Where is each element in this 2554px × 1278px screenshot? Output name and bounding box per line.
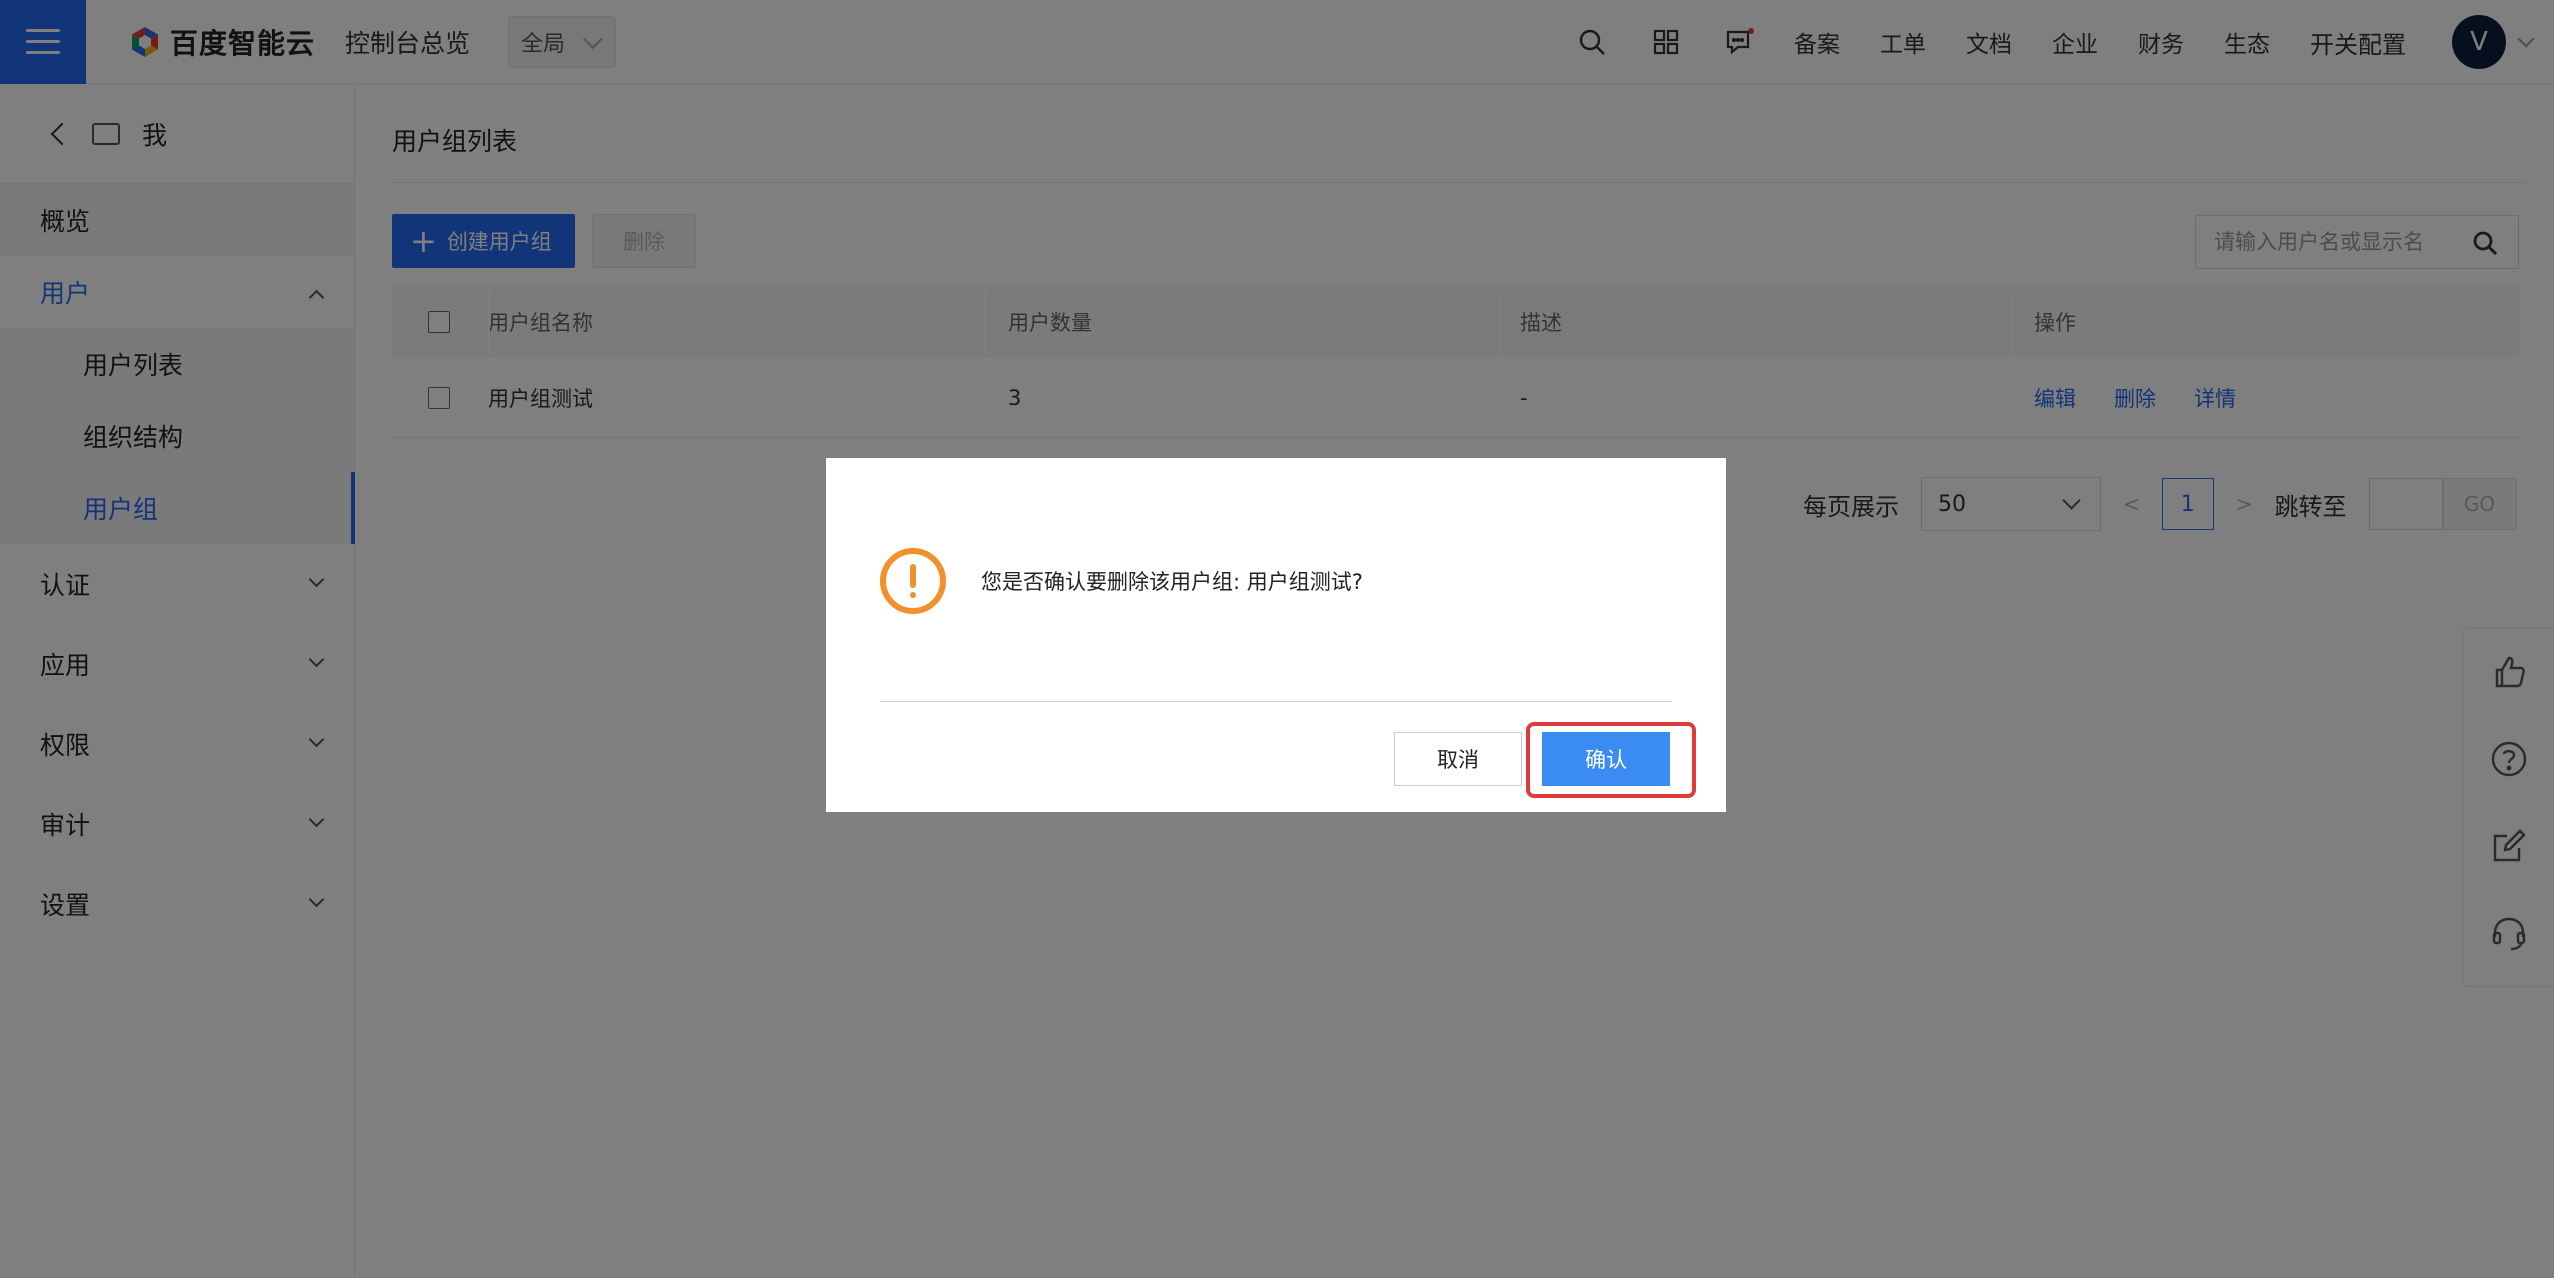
confirm-button[interactable]: 确认: [1542, 732, 1670, 786]
dialog-message: 您是否确认要删除该用户组: 用户组测试?: [981, 570, 1363, 594]
dialog-divider: [880, 701, 1672, 702]
warning-icon: [880, 548, 946, 614]
confirm-delete-dialog: 您是否确认要删除该用户组: 用户组测试? 取消 确认: [826, 458, 1726, 812]
cancel-button[interactable]: 取消: [1394, 732, 1522, 786]
